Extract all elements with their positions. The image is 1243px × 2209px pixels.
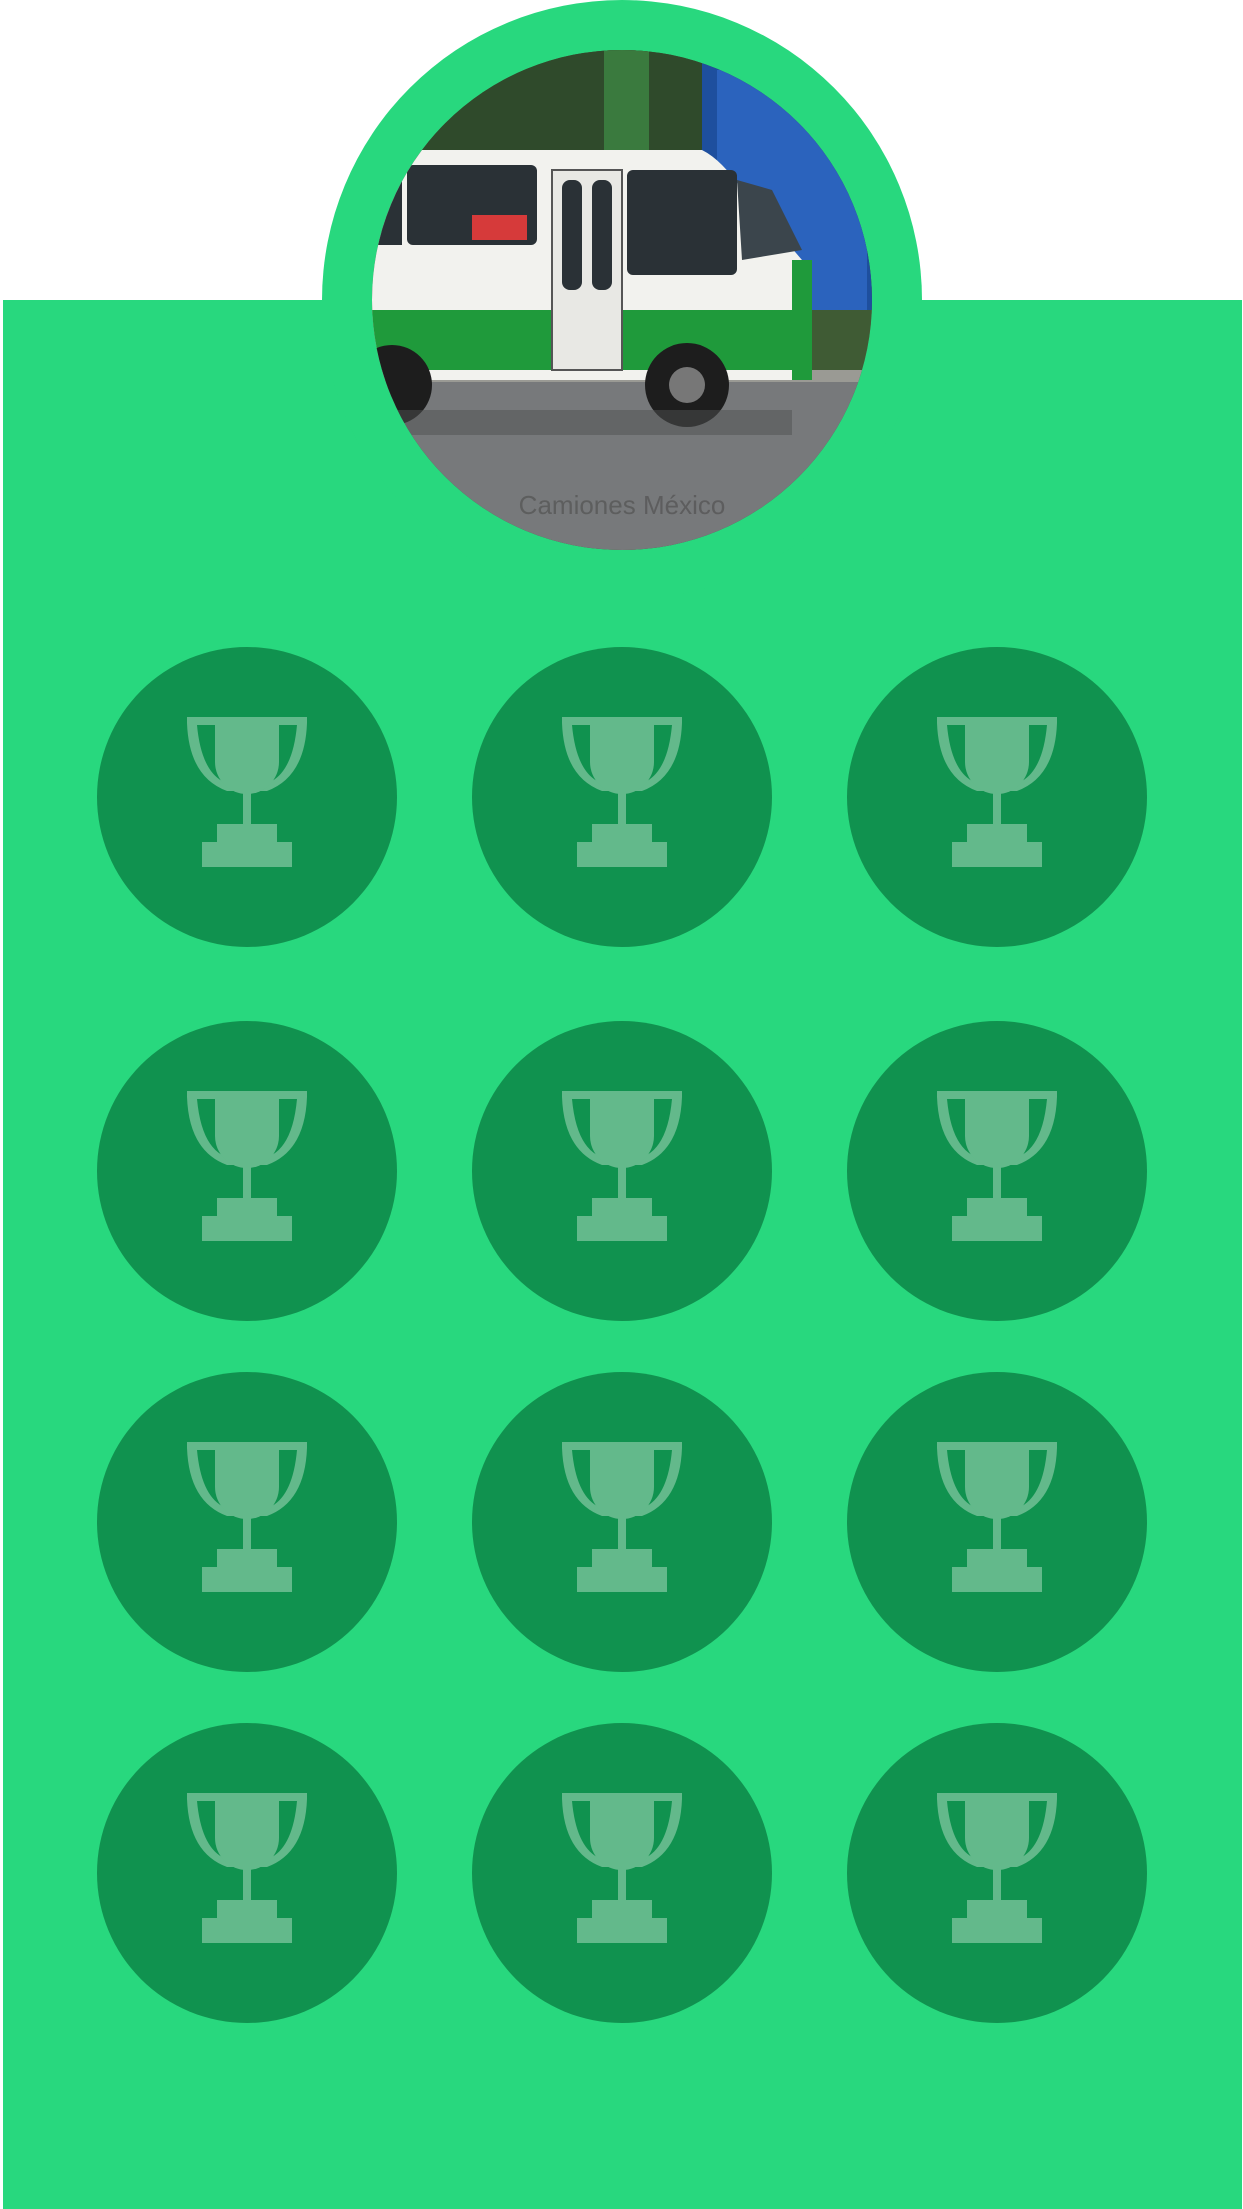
achievement-badge[interactable] xyxy=(472,1723,772,2023)
trophy-icon xyxy=(187,1091,307,1241)
trophy-icon xyxy=(937,717,1057,867)
trophy-icon xyxy=(562,1091,682,1241)
trophy-icon xyxy=(562,1442,682,1592)
achievement-badge[interactable] xyxy=(472,1372,772,1672)
trophy-icon xyxy=(937,1442,1057,1592)
trophy-icon xyxy=(562,717,682,867)
avatar[interactable]: Camiones México xyxy=(372,50,872,550)
achievement-badge[interactable] xyxy=(472,1021,772,1321)
trophy-icon xyxy=(187,1793,307,1943)
achievement-badge[interactable] xyxy=(97,1021,397,1321)
trophy-icon xyxy=(187,1442,307,1592)
trophy-icon xyxy=(562,1793,682,1943)
achievement-badge[interactable] xyxy=(847,1021,1147,1321)
bus-photo xyxy=(372,50,872,550)
achievement-badge[interactable] xyxy=(97,1372,397,1672)
achievement-badge[interactable] xyxy=(847,1372,1147,1672)
trophy-icon xyxy=(187,717,307,867)
achievement-badge[interactable] xyxy=(472,647,772,947)
achievement-badge[interactable] xyxy=(847,647,1147,947)
trophy-icon xyxy=(937,1091,1057,1241)
achievement-badge[interactable] xyxy=(97,1723,397,2023)
trophy-icon xyxy=(937,1793,1057,1943)
achievement-badge[interactable] xyxy=(847,1723,1147,2023)
achievement-badge[interactable] xyxy=(97,647,397,947)
photo-caption: Camiones México xyxy=(518,490,726,520)
